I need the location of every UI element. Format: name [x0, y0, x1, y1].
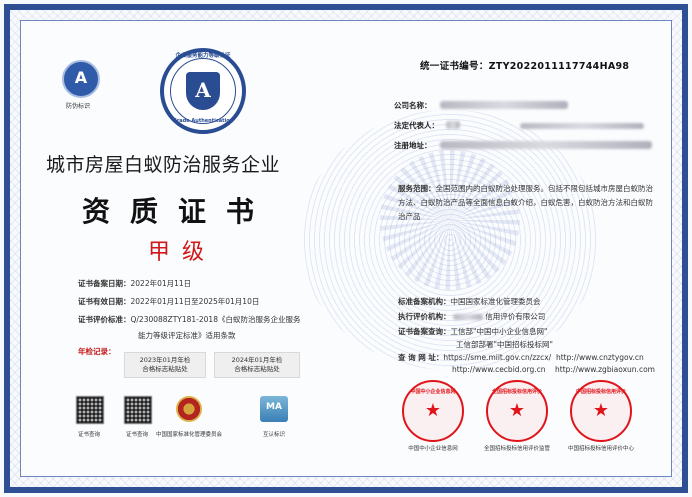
sticker-2024-line2: 合格标志粘贴处 [234, 365, 280, 373]
site-link-1[interactable]: https://sme.miit.gov.cn/zzcx/ [443, 353, 551, 362]
record-date-label: 证书备案日期： [78, 279, 131, 288]
service-scope-text: 全国范围内的白蚁防治处理服务。包括不限包括城市房屋白蚁防治方法、白蚁防治产品等全… [398, 184, 653, 221]
seal-1-arc-text: 中国中小企业信息网 [410, 389, 456, 395]
standard-row: 证书评价标准：Q/230088ZTY181-2018《白蚁防治服务企业服务 [78, 314, 300, 325]
service-scope: 服务范围：全国范围内的白蚁防治处理服务。包括不限包括城市房屋白蚁防治方法、白蚁防… [398, 182, 660, 224]
shield-icon: A [186, 72, 220, 110]
exec-org-label: 执行评价机构： [398, 312, 451, 321]
grade-authentication-badge-icon: 企业服务能力等级认证 A Grade Authentication [160, 48, 246, 134]
anti-counterfeit-logo-icon: A [62, 60, 100, 98]
red-seal-1: 中国中小企业信息网 ★ [402, 380, 464, 442]
anti-counterfeit-label: 防伪标识 [66, 103, 91, 110]
site-row: 查 询 网 址：https://sme.miit.gov.cn/zzcx/ ht… [398, 352, 644, 363]
standard-label: 证书评价标准： [78, 315, 131, 324]
query-value-2: 工信部部署"中国招标投标网" [456, 340, 553, 349]
qr-code-icon-2[interactable] [124, 396, 152, 424]
annual-sticker-2024: 2024年01月年检 合格标志粘贴处 [214, 352, 300, 378]
standard-value-2: 能力等级评定标准》适用条款 [138, 331, 236, 340]
registry-org-label: 标准备案机构： [398, 297, 451, 306]
address-label: 注册地址： [394, 141, 432, 150]
logo-glyph: A [74, 68, 88, 87]
company-name-redacted [440, 101, 568, 109]
emblem-label: 中国国家标准化管理委员会 [155, 432, 222, 438]
mutual-glyph: MA [266, 402, 282, 412]
record-date-value: 2022年01月11日 [130, 279, 192, 288]
mutual-recognition-label: 互认标识 [262, 432, 285, 438]
red-seal-3: 中国招标投标信用评价 ★ [570, 380, 632, 442]
certificate-number: 统一证书编号：ZTY2022011117744HA98 [420, 58, 629, 72]
record-date-row: 证书备案日期：2022年01月11日 [78, 278, 191, 289]
query-value-1: 工信部"中国中小企业信息网" [450, 327, 548, 336]
seal-1-label: 中国中小企业信息网 [408, 446, 458, 452]
site-link-4[interactable]: http://www.zgbiaoxun.com [555, 365, 655, 374]
legal-rep-redacted-b [520, 123, 644, 129]
certificate: A 防伪标识 企业服务能力等级认证 A Grade Authentication… [0, 0, 692, 497]
grade-level: 甲级 [148, 240, 217, 265]
site-link-2[interactable]: http://www.cnztygov.cn [556, 353, 644, 362]
star-icon: ★ [424, 400, 442, 421]
valid-date-label: 证书有效日期： [78, 297, 131, 306]
query-row: 证书备案查询：工信部"中国中小企业信息网" [398, 326, 547, 337]
qr-code-label-1: 证书查询 [77, 432, 100, 438]
sticker-2023-line2: 合格标志粘贴处 [142, 365, 188, 373]
annual-sticker-2023: 2023年01月年检 合格标志粘贴处 [124, 352, 206, 378]
badge-glyph: A [195, 78, 211, 102]
seal-3-label: 中国招标投标信用评价中心 [567, 446, 634, 452]
seal-3-arc-text: 中国招标投标信用评价 [575, 389, 626, 395]
seal-2-label: 全国招标投标信用评价监管 [483, 446, 550, 452]
certificate-number-value: ZTY2022011117744HA98 [488, 61, 630, 72]
exec-org-redacted [452, 314, 483, 320]
exec-org-value: 信用评价有限公司 [485, 312, 546, 321]
registry-org-value: 中国国家标准化管理委员会 [450, 297, 541, 306]
service-scope-label: 服务范围： [398, 184, 436, 193]
legal-rep-label: 法定代表人： [394, 121, 439, 130]
sticker-2023-line1: 2023年01月年检 [139, 356, 191, 364]
site-row-2: http://www.cecbid.org.cn http://www.zgbi… [452, 365, 655, 374]
certificate-number-label: 统一证书编号： [420, 61, 489, 72]
legal-rep-redacted-a [446, 121, 460, 129]
valid-date-value: 2022年01月11日至2025年01月10日 [130, 297, 260, 306]
address-redacted [440, 141, 652, 149]
red-seal-2: 全国招标投标信用评价 ★ [486, 380, 548, 442]
company-type-title: 城市房屋白蚁防治服务企业 [46, 154, 281, 176]
certificate-title: 资质证书 [82, 195, 275, 228]
star-icon: ★ [592, 400, 610, 421]
exec-org-row: 执行评价机构： 信用评价有限公司 [398, 311, 545, 322]
site-link-3[interactable]: http://www.cecbid.org.cn [452, 365, 546, 374]
mutual-recognition-icon: MA [260, 396, 288, 422]
star-icon: ★ [508, 400, 526, 421]
registry-org-row: 标准备案机构：中国国家标准化管理委员会 [398, 296, 541, 307]
badge-top-text: 企业服务能力等级认证 [175, 53, 231, 59]
qr-code-icon[interactable] [76, 396, 104, 424]
company-name-label: 公司名称： [394, 101, 432, 110]
badge-bottom-text: Grade Authentication [172, 118, 234, 124]
seal-2-arc-text: 全国招标投标信用评价 [491, 389, 542, 395]
national-emblem-icon [176, 396, 202, 422]
annual-inspection-label: 年检记录： [78, 347, 116, 356]
sticker-2024-line1: 2024年01月年检 [231, 356, 283, 364]
standard-value-1: Q/230088ZTY181-2018《白蚁防治服务企业服务 [130, 315, 301, 324]
site-label: 查 询 网 址： [398, 353, 444, 362]
valid-date-row: 证书有效日期：2022年01月11日至2025年01月10日 [78, 296, 259, 307]
query-label: 证书备案查询： [398, 327, 451, 336]
